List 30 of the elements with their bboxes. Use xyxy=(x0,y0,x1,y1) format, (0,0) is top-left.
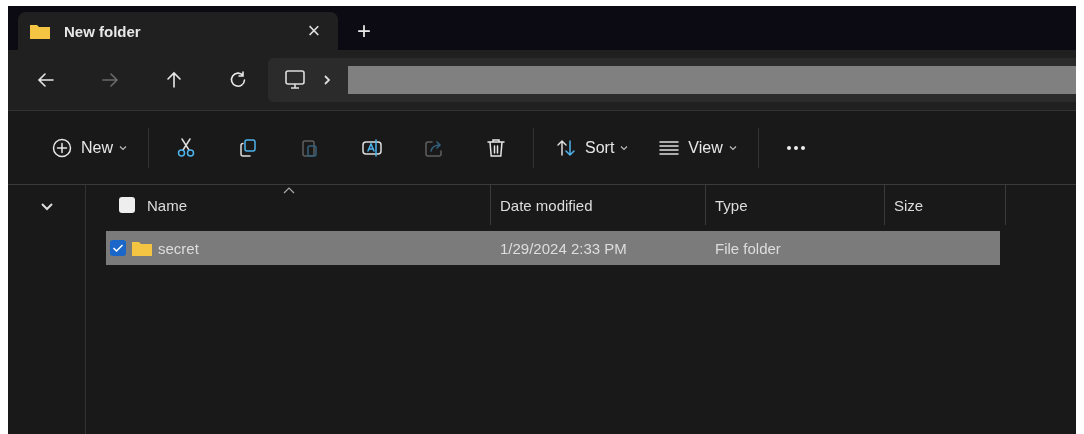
column-header[interactable]: Size xyxy=(885,185,1006,225)
row-checkbox[interactable] xyxy=(110,240,126,256)
view-button[interactable]: View xyxy=(654,127,741,168)
caret-icon xyxy=(620,144,629,151)
date-modified: 1/29/2024 2:33 PM xyxy=(500,239,627,257)
address-bar[interactable] xyxy=(268,58,1076,102)
chevron-right-icon xyxy=(322,73,332,87)
new-tab-button[interactable]: + xyxy=(344,12,384,50)
column-header[interactable]: Date modified xyxy=(491,185,706,225)
column-header[interactable]: Name xyxy=(106,185,491,225)
column-label: Name xyxy=(147,196,187,214)
folder-icon xyxy=(30,23,50,39)
column-label: Size xyxy=(894,196,924,214)
sort-button[interactable]: Sort xyxy=(551,127,633,168)
column-header[interactable]: Type xyxy=(706,185,885,225)
new-button[interactable]: New xyxy=(47,127,131,168)
chevron-down-icon[interactable] xyxy=(39,202,54,212)
column-label: Date modified xyxy=(500,196,593,214)
select-all-checkbox[interactable] xyxy=(119,197,135,213)
column-label: Type xyxy=(715,196,748,214)
tab-title: New folder xyxy=(64,22,142,40)
caret-icon xyxy=(728,144,737,151)
file-name: secret xyxy=(158,239,199,257)
folder-icon xyxy=(132,240,152,256)
close-tab-button[interactable]: × xyxy=(302,18,326,44)
computer-icon xyxy=(284,69,306,91)
file-type: File folder xyxy=(715,239,781,257)
caret-icon xyxy=(119,144,127,151)
folder-tab[interactable]: New folder × xyxy=(18,12,338,50)
checkmark-icon xyxy=(112,243,124,253)
